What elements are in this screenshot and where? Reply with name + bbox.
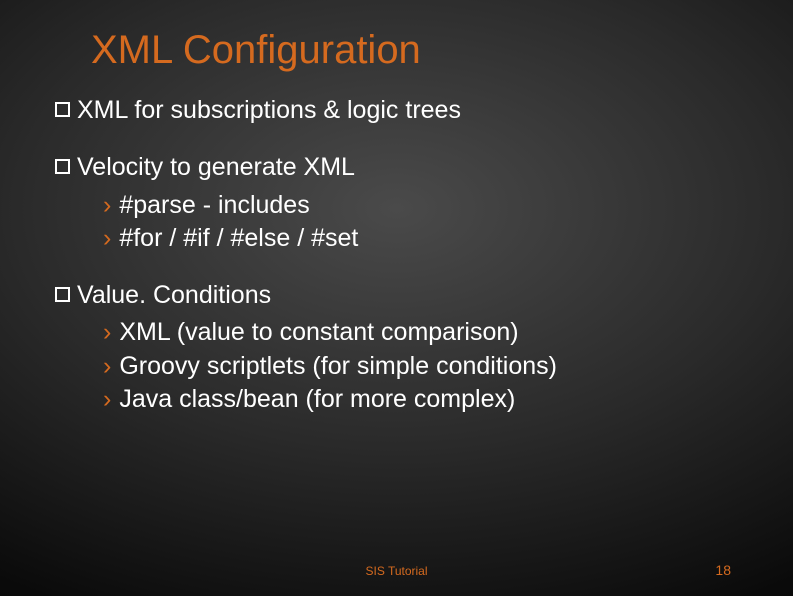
angle-bullet-icon: › [103,351,111,382]
slide-content: XML for subscriptions & logic trees Velo… [55,95,738,415]
slide-number: 18 [715,562,731,578]
sub-bullet-text: XML (value to constant comparison) [119,317,518,348]
sub-bullet-item: › #for / #if / #else / #set [103,223,738,254]
bullet-text: XML for subscriptions & logic trees [77,95,461,126]
square-bullet-icon [55,287,70,302]
sub-bullet-text: #parse - includes [119,190,309,221]
angle-bullet-icon: › [103,384,111,415]
sub-list: › XML (value to constant comparison) › G… [103,317,738,415]
bullet-item: Velocity to generate XML [55,152,738,183]
sub-list: › #parse - includes › #for / #if / #else… [103,190,738,255]
slide: XML Configuration XML for subscriptions … [0,0,793,596]
angle-bullet-icon: › [103,190,111,221]
square-bullet-icon [55,159,70,174]
bullet-item: XML for subscriptions & logic trees [55,95,738,126]
sub-bullet-item: › #parse - includes [103,190,738,221]
bullet-text: Value. Conditions [77,280,271,311]
sub-bullet-item: › XML (value to constant comparison) [103,317,738,348]
angle-bullet-icon: › [103,223,111,254]
angle-bullet-icon: › [103,317,111,348]
square-bullet-icon [55,102,70,117]
sub-bullet-text: #for / #if / #else / #set [119,223,358,254]
sub-bullet-text: Java class/bean (for more complex) [119,384,515,415]
sub-bullet-item: › Groovy scriptlets (for simple conditio… [103,351,738,382]
sub-bullet-item: › Java class/bean (for more complex) [103,384,738,415]
bullet-text: Velocity to generate XML [77,152,355,183]
footer-center-text: SIS Tutorial [0,564,793,578]
slide-title: XML Configuration [91,28,738,73]
sub-bullet-text: Groovy scriptlets (for simple conditions… [119,351,557,382]
bullet-item: Value. Conditions [55,280,738,311]
